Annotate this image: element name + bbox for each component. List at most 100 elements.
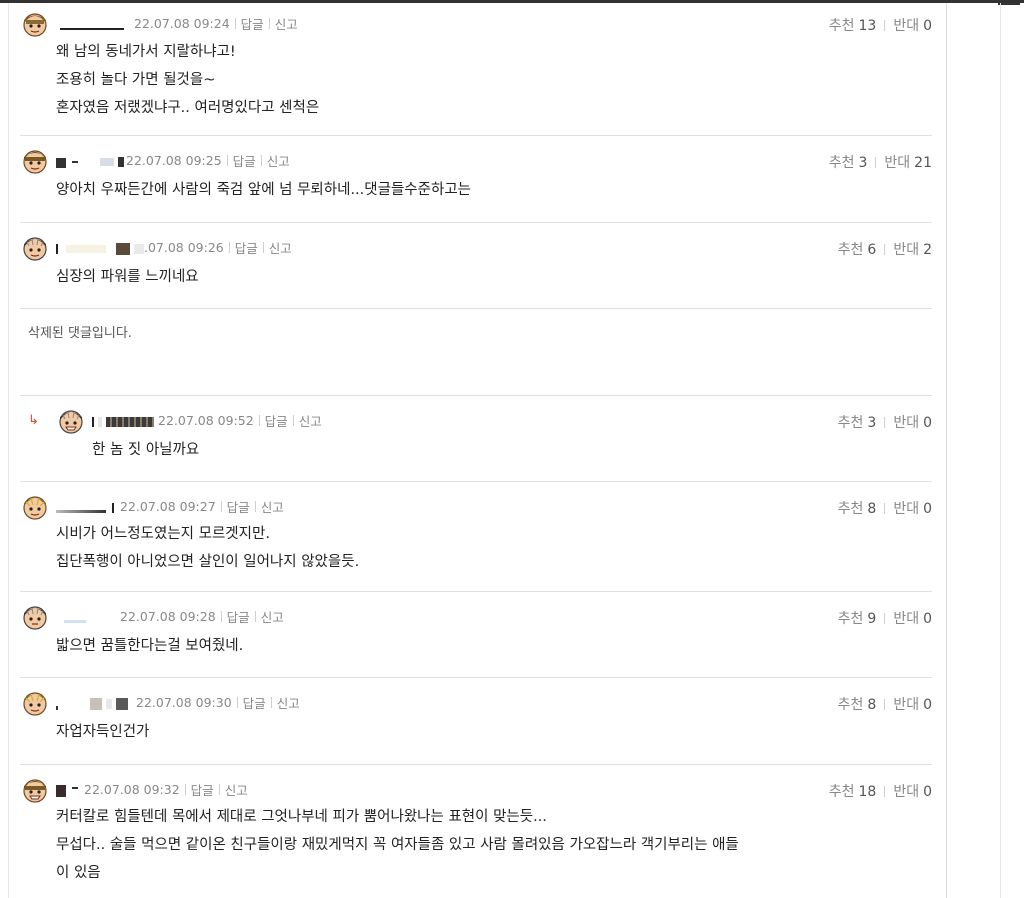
comment-line: 이 있음 (56, 865, 101, 881)
upvote-label: 추천 (828, 784, 855, 800)
avatar[interactable] (22, 494, 48, 520)
downvote-count: 0 (923, 415, 932, 431)
report-link[interactable]: 신고 (275, 14, 298, 33)
comment-meta: .07.08 09:26 답글 신고 (56, 238, 292, 256)
divider (254, 500, 256, 512)
top-bar-tick (998, 3, 1020, 5)
comment-body: 자업자득인건가 (56, 718, 149, 746)
reply-link[interactable]: 답글 (241, 14, 264, 33)
scrollbar-track[interactable] (1000, 3, 1001, 898)
divider (218, 783, 220, 795)
user-avatar-icon (23, 606, 47, 630)
upvote-button[interactable]: 추천 9 (838, 608, 877, 628)
report-link[interactable]: 신고 (261, 497, 284, 516)
timestamp: 22.07.08 09:24 (134, 15, 230, 31)
divider (884, 785, 886, 797)
avatar[interactable] (58, 408, 84, 434)
upvote-label: 추천 (837, 415, 864, 431)
avatar[interactable] (22, 604, 48, 630)
reply-link[interactable]: 답글 (243, 693, 266, 712)
downvote-label: 반대 (893, 415, 920, 431)
downvote-label: 반대 (893, 18, 920, 34)
reply-link[interactable]: 답글 (235, 238, 258, 257)
downvote-button[interactable]: 반대 0 (893, 15, 932, 35)
comment-line: 심장의 파워를 느끼네요 (56, 269, 199, 285)
avatar[interactable] (22, 11, 48, 37)
nickname-obscured[interactable] (56, 499, 114, 513)
comment-item: 22.07.08 09:27 답글 신고 추천 8 반대 0 시비가 어느정도였는지… (20, 482, 932, 592)
downvote-button[interactable]: 반대 0 (893, 498, 932, 518)
avatar[interactable] (22, 148, 48, 174)
upvote-count: 6 (867, 242, 877, 258)
user-avatar-icon (23, 779, 47, 803)
nickname-obscured[interactable] (56, 782, 80, 797)
reply-link[interactable]: 답글 (233, 151, 256, 170)
report-link[interactable]: 신고 (277, 693, 300, 712)
report-link[interactable]: 신고 (299, 411, 322, 430)
comment-item: .07.08 09:26 답글 신고 추천 6 반대 2 심장의 파워를 느끼네요 (20, 223, 932, 309)
comment-body: 한 놈 짓 아닐까요 (92, 436, 199, 464)
comment-meta: 22.07.08 09:24 답글 신고 (60, 14, 298, 32)
reply-link[interactable]: 답글 (265, 411, 288, 430)
comment-body: 시비가 어느정도였는지 모르겟지만. 집단폭행이 아니었으면 살인이 일어나지 … (56, 520, 359, 576)
upvote-button[interactable]: 추천 8 (838, 694, 877, 714)
report-link[interactable]: 신고 (267, 151, 290, 170)
upvote-button[interactable]: 추천 18 (829, 781, 877, 801)
avatar[interactable] (22, 777, 48, 803)
comment-line: 무섭다.. 술들 먹으면 같이온 친구들이랑 재밌게먹지 꼭 여자들좀 있고 사… (56, 837, 739, 853)
nickname-obscured[interactable] (56, 695, 132, 710)
upvote-count: 8 (867, 501, 877, 517)
report-link[interactable]: 신고 (269, 238, 292, 257)
report-link[interactable]: 신고 (261, 607, 284, 626)
downvote-button[interactable]: 반대 21 (884, 152, 932, 172)
user-avatar-icon (23, 496, 47, 520)
downvote-button[interactable]: 반대 0 (893, 781, 932, 801)
comment-line: 밟으면 꿈틀한다는걸 보여줬네. (56, 638, 244, 654)
vote-counts: 추천 3 반대 21 (829, 153, 932, 171)
avatar[interactable] (22, 690, 48, 716)
nickname-obscured[interactable] (56, 240, 144, 255)
reply-link[interactable]: 답글 (227, 607, 250, 626)
nickname-obscured[interactable] (60, 16, 128, 30)
report-link[interactable]: 신고 (225, 780, 248, 799)
comment-meta: 22.07.08 09:52 답글 신고 (92, 411, 322, 429)
comment-body: 양아치 우짜든간에 사람의 죽검 앞에 넘 무뢰하네...댓글들수준하고는 (56, 176, 471, 204)
downvote-button[interactable]: 반대 0 (893, 608, 932, 628)
upvote-button[interactable]: 추천 8 (838, 498, 877, 518)
nickname-obscured[interactable] (56, 153, 124, 168)
timestamp: 22.07.08 09:32 (84, 781, 180, 797)
divider (220, 610, 222, 622)
content-border-right (946, 3, 947, 898)
nickname-obscured[interactable] (56, 609, 114, 623)
timestamp: 22.07.08 09:28 (120, 608, 216, 624)
timestamp: 22.07.08 09:30 (136, 694, 232, 710)
comment-item: 22.07.08 09:24 답글 신고 추천 13 반대 0 왜 남의 동네가서 … (20, 6, 932, 136)
comment-item: 22.07.08 09:25 답글 신고 추천 3 반대 21 양아치 우짜든간에 … (20, 136, 932, 223)
upvote-button[interactable]: 추천 3 (838, 412, 877, 432)
upvote-button[interactable]: 추천 6 (838, 239, 877, 259)
downvote-button[interactable]: 반대 0 (893, 694, 932, 714)
comment-body: 커터칼로 힘들텐데 목에서 제대로 그엇나부네 피가 뿜어나왔나는 표현이 맞는… (56, 803, 739, 887)
top-bar (0, 0, 1024, 3)
upvote-button[interactable]: 추천 3 (829, 152, 868, 172)
divider (236, 696, 238, 708)
comment-line: 커터칼로 힘들텐데 목에서 제대로 그엇나부네 피가 뿜어나왔나는 표현이 맞는… (56, 809, 547, 825)
divider (884, 243, 886, 255)
reply-arrow-icon: ↳ (28, 413, 39, 428)
upvote-button[interactable]: 추천 13 (829, 15, 877, 35)
downvote-count: 0 (923, 611, 932, 627)
nickname-obscured[interactable] (92, 413, 154, 427)
timestamp: 22.07.08 09:25 (126, 152, 222, 168)
divider (884, 502, 886, 514)
avatar[interactable] (22, 235, 48, 261)
downvote-button[interactable]: 반대 2 (893, 239, 932, 259)
reply-link[interactable]: 답글 (227, 497, 250, 516)
vote-counts: 추천 13 반대 0 (829, 16, 932, 34)
divider (184, 783, 186, 795)
divider (258, 414, 260, 426)
vote-counts: 추천 3 반대 0 (838, 413, 932, 431)
downvote-button[interactable]: 반대 0 (893, 412, 932, 432)
comment-line: 왜 남의 동네가서 지랄하냐고! (56, 44, 236, 60)
reply-link[interactable]: 답글 (191, 780, 214, 799)
timestamp: 22.07.08 09:27 (120, 498, 216, 514)
